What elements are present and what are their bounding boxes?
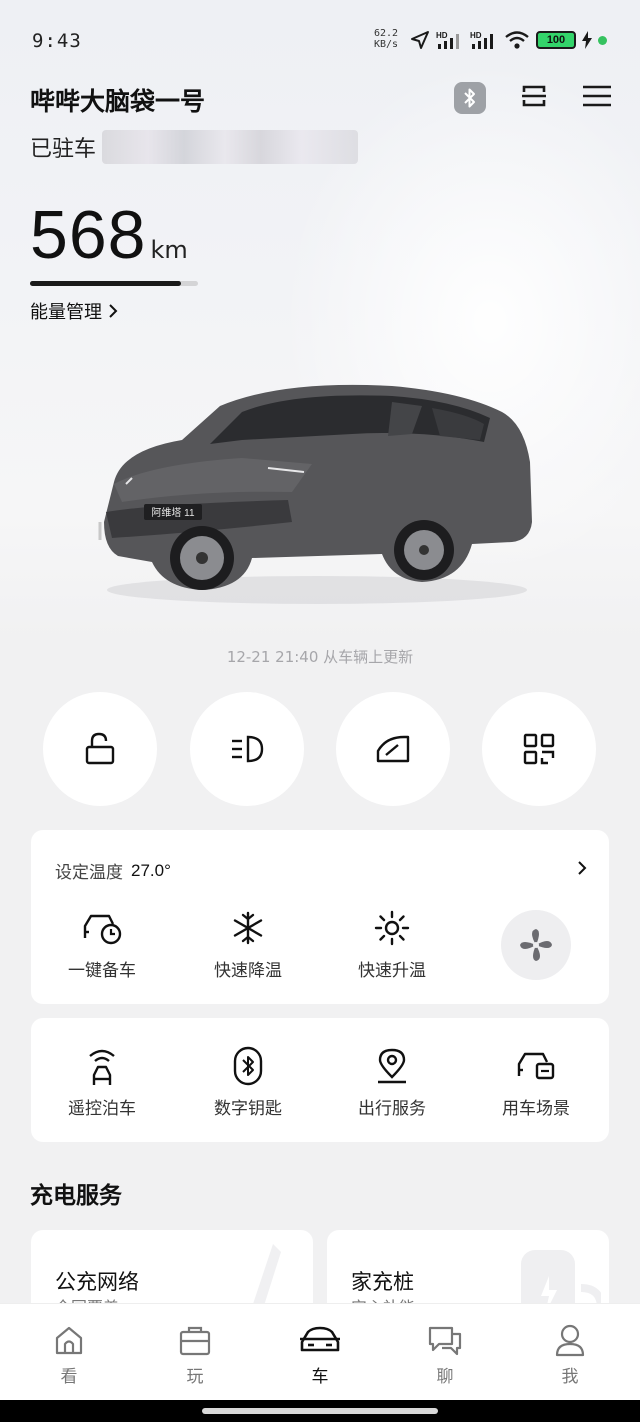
temperature-setting[interactable]: 设定温度 27.0° bbox=[55, 858, 171, 883]
status-time: 9:43 bbox=[32, 30, 82, 52]
car-illustration: 阿维塔 11 bbox=[98, 384, 532, 604]
remote-parking-icon bbox=[89, 1049, 115, 1085]
control-label: 遥控泊车 bbox=[68, 1099, 136, 1118]
location-arrow-icon bbox=[411, 31, 429, 49]
temperature-label: 设定温度 bbox=[55, 863, 123, 882]
tab-play[interactable]: 玩 bbox=[155, 1322, 235, 1387]
parking-status: 已驻车 bbox=[30, 136, 97, 161]
tab-car[interactable]: 车 bbox=[280, 1322, 360, 1387]
privacy-dot bbox=[598, 35, 607, 45]
svg-text:HD: HD bbox=[436, 31, 448, 40]
scan-button[interactable] bbox=[520, 82, 548, 114]
charge-card-title: 公充网络 bbox=[55, 1271, 139, 1294]
snowflake-icon bbox=[233, 911, 263, 945]
charging-section-title: 充电服务 bbox=[30, 1182, 122, 1208]
home-gesture-handle[interactable] bbox=[202, 1408, 438, 1414]
climate-card: 设定温度 27.0° 一键备车 快速降温 快速升温 bbox=[31, 830, 609, 1004]
chevron-right-icon bbox=[109, 304, 118, 318]
menu-button[interactable] bbox=[582, 84, 612, 112]
svg-text:HD: HD bbox=[470, 31, 482, 40]
remote-parking-button[interactable]: 遥控泊车 bbox=[37, 1046, 167, 1119]
range-value: 568 bbox=[30, 197, 147, 273]
status-bar: 9:43 62.2 KB/s HD HD 100 bbox=[0, 24, 640, 60]
tab-me[interactable]: 我 bbox=[530, 1322, 610, 1387]
range-progress-bar bbox=[30, 281, 198, 286]
car-name[interactable]: 哔哔大脑袋一号 bbox=[30, 82, 205, 118]
digital-key-button[interactable]: 数字钥匙 bbox=[183, 1046, 313, 1119]
fan-button[interactable] bbox=[501, 910, 571, 980]
window-icon bbox=[376, 735, 410, 763]
signal-hd-icon: HD bbox=[436, 31, 459, 49]
bluetooth-icon bbox=[464, 88, 475, 108]
bluetooth-button[interactable] bbox=[454, 82, 486, 114]
bag-icon bbox=[179, 1326, 211, 1356]
net-speed-unit: KB/s bbox=[374, 39, 399, 50]
tab-label: 看 bbox=[60, 1367, 78, 1386]
top-actions bbox=[454, 82, 612, 114]
net-speed-value: 62.2 bbox=[374, 28, 399, 39]
car-scene-icon bbox=[517, 1052, 555, 1080]
range-display: 568 km bbox=[30, 196, 188, 274]
headlight-icon bbox=[232, 735, 264, 763]
function-label: 一键备车 bbox=[68, 961, 136, 980]
system-nav-bar bbox=[0, 1400, 640, 1422]
car-badge: 阿维塔 11 bbox=[151, 506, 195, 519]
controls-card: 遥控泊车 数字钥匙 出行服务 用车场景 bbox=[31, 1018, 609, 1142]
signal-hd-2-icon: HD bbox=[470, 31, 493, 49]
sun-icon bbox=[374, 910, 410, 946]
tab-label: 车 bbox=[311, 1367, 329, 1386]
window-button[interactable] bbox=[336, 692, 450, 806]
quick-heat-button[interactable]: 快速升温 bbox=[327, 908, 457, 981]
bottom-tab-bar: 看 玩 车 聊 我 bbox=[0, 1303, 640, 1400]
tab-chat[interactable]: 聊 bbox=[405, 1322, 485, 1387]
headlight-button[interactable] bbox=[190, 692, 304, 806]
unlock-icon bbox=[85, 732, 115, 765]
car-clock-icon bbox=[83, 914, 122, 945]
charging-bolt-icon bbox=[582, 31, 592, 49]
charge-card-title: 家充桩 bbox=[351, 1271, 414, 1294]
chevron-right-icon[interactable] bbox=[577, 860, 587, 876]
status-icons: HD HD 100 bbox=[410, 30, 607, 50]
range-progress-fill bbox=[30, 281, 182, 286]
scan-icon bbox=[522, 85, 546, 107]
net-speed: 62.2 KB/s bbox=[374, 28, 398, 50]
tab-label: 聊 bbox=[436, 1367, 454, 1386]
ready-car-button[interactable]: 一键备车 bbox=[37, 908, 167, 981]
function-label: 快速升温 bbox=[358, 961, 426, 980]
control-label: 数字钥匙 bbox=[214, 1099, 282, 1118]
energy-management-label: 能量管理 bbox=[30, 302, 102, 322]
temperature-value: 27.0° bbox=[131, 860, 171, 880]
menu-icon bbox=[583, 85, 611, 107]
tab-label: 我 bbox=[561, 1367, 579, 1386]
travel-service-button[interactable]: 出行服务 bbox=[327, 1046, 457, 1119]
wifi-icon bbox=[505, 31, 529, 49]
apps-grid-icon bbox=[523, 733, 555, 765]
tab-label: 玩 bbox=[186, 1367, 204, 1386]
lock-button[interactable] bbox=[43, 692, 157, 806]
home-icon bbox=[55, 1326, 83, 1355]
chat-icon bbox=[428, 1326, 462, 1356]
parking-row: 已驻车 bbox=[30, 130, 359, 164]
car-header: 哔哔大脑袋一号 bbox=[30, 82, 205, 118]
fan-icon bbox=[520, 929, 552, 961]
control-label: 出行服务 bbox=[358, 1099, 426, 1118]
person-icon bbox=[555, 1324, 585, 1357]
digital-key-icon bbox=[233, 1046, 263, 1086]
more-apps-button[interactable] bbox=[482, 692, 596, 806]
energy-management-link[interactable]: 能量管理 bbox=[30, 298, 118, 324]
quick-cool-button[interactable]: 快速降温 bbox=[183, 908, 313, 981]
tab-watch[interactable]: 看 bbox=[29, 1322, 109, 1387]
car-scene-button[interactable]: 用车场景 bbox=[471, 1046, 601, 1119]
location-pin-icon bbox=[378, 1048, 406, 1084]
update-timestamp: 12-21 21:40 从车辆上更新 bbox=[226, 648, 414, 666]
blurred-location bbox=[102, 130, 359, 164]
car-image: 阿维塔 11 bbox=[92, 372, 542, 612]
car-icon bbox=[300, 1326, 340, 1352]
control-label: 用车场景 bbox=[502, 1099, 570, 1118]
range-unit: km bbox=[150, 236, 188, 264]
battery-indicator: 100 bbox=[536, 31, 576, 49]
function-label: 快速降温 bbox=[214, 961, 282, 980]
